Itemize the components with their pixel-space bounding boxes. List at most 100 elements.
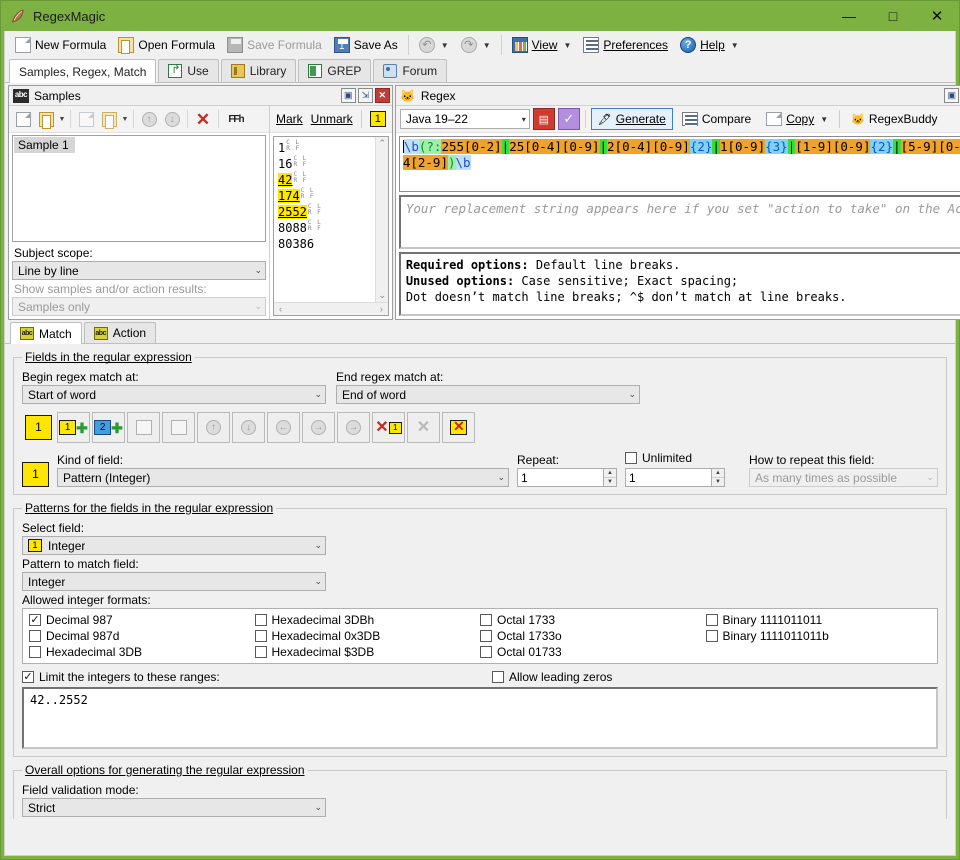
repeat-max-input[interactable]	[625, 468, 711, 487]
format-checkbox-decimal-987[interactable]: Decimal 987	[29, 613, 255, 627]
view-dropdown-caret[interactable]: ▼	[563, 41, 571, 50]
compare-button[interactable]: Compare	[676, 108, 757, 130]
move-sample-up-button[interactable]: ↑	[138, 108, 160, 130]
samples-restore-icon[interactable]: ▣	[341, 88, 356, 103]
match-abc-icon: abc	[20, 327, 34, 340]
tab-action[interactable]: abc Action	[84, 322, 156, 343]
preferences-button[interactable]: Preferences	[577, 33, 674, 57]
tab-library[interactable]: Library	[221, 59, 297, 82]
generate-button[interactable]: 🖋 Generate	[591, 108, 673, 130]
tab-use[interactable]: Use	[158, 59, 218, 82]
subject-scope-select[interactable]: Line by line ⌄	[12, 261, 266, 280]
delete-field-button[interactable]: ✕1	[372, 412, 405, 443]
repeat-max-stepper[interactable]: ▲ ▼	[625, 468, 741, 487]
new-sample-button[interactable]	[12, 108, 34, 130]
unmark-button[interactable]: Unmark	[311, 112, 353, 126]
format-checkbox-hexadecimal-dollar3db[interactable]: Hexadecimal $3DB	[255, 645, 481, 659]
format-checkbox-octal-1733o[interactable]: Octal 1733o	[480, 629, 706, 643]
pattern-to-match-select[interactable]: Integer ⌄	[22, 572, 326, 591]
mark-field-1-badge[interactable]: 1	[370, 111, 386, 127]
highlight-red-button[interactable]: ▤	[533, 108, 555, 130]
copy-dropdown-caret[interactable]: ▼	[820, 115, 828, 124]
end-regex-select[interactable]: End of word ⌄	[336, 385, 640, 404]
begin-regex-select[interactable]: Start of word ⌄	[22, 385, 326, 404]
delete-sample-button[interactable]: ✕	[192, 108, 214, 130]
redo-button[interactable]: ↷ ▼	[455, 33, 497, 57]
redo-dropdown-caret[interactable]: ▼	[483, 41, 491, 50]
spin-down-icon[interactable]: ▼	[604, 478, 616, 486]
samples-close-icon[interactable]: ✕	[375, 88, 390, 103]
list-item[interactable]: Sample 1	[14, 137, 75, 153]
maximize-button[interactable]: □	[871, 1, 915, 31]
scroll-left-icon[interactable]: ‹	[274, 303, 287, 316]
open-sample-button[interactable]	[35, 108, 57, 130]
unlimited-checkbox[interactable]: Unlimited	[625, 451, 692, 465]
tab-forum[interactable]: Forum	[373, 59, 447, 82]
move-sample-down-button[interactable]: ↓	[161, 108, 183, 130]
select-field-select[interactable]: 1 Integer ⌄	[22, 536, 326, 555]
copy-button[interactable]: Copy ▼	[760, 108, 834, 130]
regex-flavor-select[interactable]: Java 19–22 ▾	[400, 109, 530, 129]
paste-sample-caret[interactable]: ▼	[121, 116, 129, 123]
repeat-min-input[interactable]	[517, 468, 603, 487]
format-checkbox-octal-01733[interactable]: Octal 01733	[480, 645, 706, 659]
regexbuddy-label: RegexBuddy	[869, 112, 938, 126]
save-as-button[interactable]: Save As	[328, 33, 404, 57]
spin-down-icon[interactable]: ▼	[712, 478, 724, 486]
format-checkbox-binary-1111011011b[interactable]: Binary 1111011011b	[706, 629, 932, 643]
help-dropdown-caret[interactable]: ▼	[731, 41, 739, 50]
sample-list[interactable]: Sample 1	[12, 135, 266, 242]
replacement-editor[interactable]: Your replacement string appears here if …	[399, 195, 960, 249]
spin-up-icon[interactable]: ▲	[712, 469, 724, 478]
copy-sample-button[interactable]	[75, 108, 97, 130]
scroll-right-icon[interactable]: ›	[375, 303, 388, 316]
repeat-min-spin-buttons[interactable]: ▲ ▼	[603, 468, 617, 487]
limit-integers-checkbox[interactable]: Limit the integers to these ranges:	[22, 670, 482, 684]
scroll-down-icon[interactable]: ⌄	[376, 289, 389, 302]
mark-button[interactable]: Mark	[276, 112, 303, 126]
field-validation-select[interactable]: Strict ⌄	[22, 798, 326, 817]
undo-button[interactable]: ↶ ▼	[413, 33, 455, 57]
checkbox-box	[706, 630, 718, 642]
tab-samples-regex-match[interactable]: Samples, Regex, Match	[9, 59, 156, 83]
paste-sample-button[interactable]	[98, 108, 120, 130]
regex-editor[interactable]: \b(?:255[0-2]|25[0-4][0-9]|2[0-4][0-9]{2…	[399, 136, 960, 192]
insert-subfield-icon	[171, 420, 187, 435]
checkbox-box	[480, 646, 492, 658]
sample-text-area[interactable]: 1C LR F 16C LR F 42C LR F 174C LR F	[273, 136, 389, 316]
kind-of-field-select[interactable]: Pattern (Integer) ⌄	[57, 468, 509, 487]
repeat-max-spin-buttons[interactable]: ▲ ▼	[711, 468, 725, 487]
field-1-button[interactable]: 1	[22, 412, 55, 443]
insert-field-button[interactable]: 2✚	[92, 412, 125, 443]
minimize-button[interactable]: —	[827, 1, 871, 31]
open-formula-button[interactable]: Open Formula	[112, 33, 221, 57]
undo-dropdown-caret[interactable]: ▼	[441, 41, 449, 50]
tab-match[interactable]: abc Match	[10, 322, 82, 344]
hex-mode-button[interactable]: FFh	[223, 108, 249, 130]
spin-up-icon[interactable]: ▲	[604, 469, 616, 478]
close-button[interactable]: ✕	[915, 1, 959, 31]
regex-restore-icon[interactable]: ▣	[944, 88, 959, 103]
view-menu-button[interactable]: View ▼	[506, 33, 578, 57]
add-field-button[interactable]: 1✚	[57, 412, 90, 443]
sample-horizontal-scrollbar[interactable]: ‹ ›	[274, 302, 388, 315]
repeat-min-stepper[interactable]: ▲ ▼	[517, 468, 617, 487]
validate-button[interactable]: ✓	[558, 108, 580, 130]
sample-vertical-scrollbar[interactable]: ⌃ ⌄	[375, 137, 388, 302]
ranges-textarea[interactable]: 42..2552	[22, 687, 938, 749]
format-checkbox-hexadecimal-0x3db[interactable]: Hexadecimal 0x3DB	[255, 629, 481, 643]
regexbuddy-button[interactable]: 🐱 RegexBuddy	[845, 108, 943, 130]
new-formula-button[interactable]: New Formula	[9, 33, 112, 57]
allow-leading-zeros-checkbox[interactable]: Allow leading zeros	[492, 670, 612, 684]
scroll-up-icon[interactable]: ⌃	[376, 137, 389, 150]
help-menu-button[interactable]: ? Help ▼	[674, 33, 745, 57]
format-checkbox-hexadecimal-3dbh[interactable]: Hexadecimal 3DBh	[255, 613, 481, 627]
format-checkbox-decimal-987d[interactable]: Decimal 987d	[29, 629, 255, 643]
format-checkbox-binary-1111011011[interactable]: Binary 1111011011	[706, 613, 932, 627]
open-sample-caret[interactable]: ▼	[58, 116, 66, 123]
format-checkbox-octal-1733[interactable]: Octal 1733	[480, 613, 706, 627]
format-checkbox-hexadecimal-3db[interactable]: Hexadecimal 3DB	[29, 645, 255, 659]
samples-pin-icon[interactable]: ⇲	[358, 88, 373, 103]
delete-all-fields-button[interactable]: ✕	[442, 412, 475, 443]
tab-grep[interactable]: GREP	[298, 59, 371, 82]
